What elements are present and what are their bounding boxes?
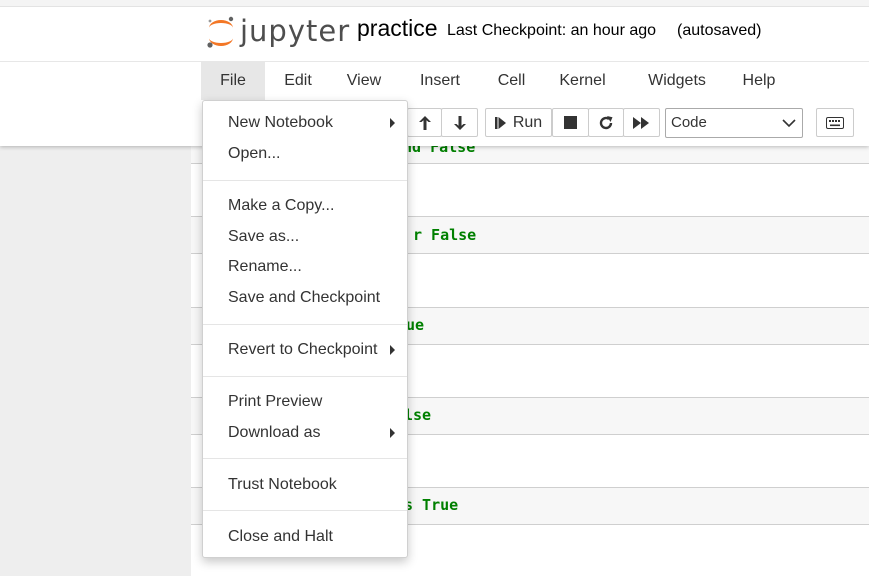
menu-cell[interactable]: Cell: [483, 62, 540, 100]
browser-top-edge: [0, 0, 869, 7]
cell-type-select[interactable]: Code: [665, 108, 803, 138]
move-cell-down-button[interactable]: [441, 108, 478, 137]
menu-item-open[interactable]: Open...: [228, 145, 280, 163]
menu-edit[interactable]: Edit: [265, 62, 331, 100]
menu-divider: [203, 324, 407, 325]
restart-kernel-button[interactable]: [588, 108, 624, 137]
menu-divider: [203, 458, 407, 459]
jupyter-logo[interactable]: jupyter: [205, 14, 349, 50]
menu-item-print-preview[interactable]: Print Preview: [228, 393, 322, 411]
menu-divider: [203, 510, 407, 511]
jupyter-logo-icon: [207, 16, 234, 48]
submenu-arrow-icon: [390, 345, 395, 355]
code-fragment: s True: [404, 496, 459, 514]
keyboard-icon: [826, 116, 844, 129]
autosave-status: (autosaved): [677, 22, 762, 39]
submenu-arrow-icon: [390, 118, 395, 128]
menu-item-trust-notebook[interactable]: Trust Notebook: [228, 476, 337, 494]
menu-widgets[interactable]: Widgets: [625, 62, 729, 100]
menu-item-new-notebook[interactable]: New Notebook: [228, 114, 396, 132]
checkpoint-status: Last Checkpoint: an hour ago: [447, 22, 657, 39]
interrupt-kernel-button[interactable]: [552, 108, 589, 137]
menu-item-label: New Notebook: [228, 114, 333, 131]
notebook-name[interactable]: practice: [357, 15, 438, 42]
chevron-down-icon: [782, 119, 796, 128]
restart-run-all-button[interactable]: [623, 108, 660, 137]
menu-item-save-as[interactable]: Save as...: [228, 228, 299, 246]
arrow-down-icon: [453, 115, 466, 130]
menu-item-save-checkpoint[interactable]: Save and Checkpoint: [228, 289, 380, 307]
menu-help[interactable]: Help: [729, 62, 789, 100]
menu-view[interactable]: View: [331, 62, 397, 100]
command-palette-button[interactable]: [816, 108, 854, 137]
jupyter-logo-text: jupyter: [240, 14, 351, 48]
run-cell-button[interactable]: Run: [485, 108, 552, 137]
move-cell-up-button[interactable]: [407, 108, 442, 137]
menu-kernel[interactable]: Kernel: [540, 62, 625, 100]
menu-item-close-halt[interactable]: Close and Halt: [228, 528, 333, 546]
cell-type-value: Code: [671, 114, 707, 131]
arrow-up-icon: [418, 115, 431, 130]
submenu-arrow-icon: [390, 428, 395, 438]
menu-item-rename[interactable]: Rename...: [228, 258, 302, 276]
step-forward-icon: [494, 116, 506, 129]
fast-forward-icon: [632, 116, 649, 129]
file-dropdown-menu: New Notebook Open... Make a Copy... Save…: [202, 100, 408, 558]
stop-icon: [564, 116, 577, 129]
menu-item-download-as[interactable]: Download as: [228, 424, 321, 442]
menu-divider: [203, 376, 407, 377]
restart-icon: [599, 115, 613, 129]
menu-file[interactable]: File: [201, 62, 265, 100]
notebook-header: jupyter practice Last Checkpoint: an hou…: [0, 0, 869, 146]
code-fragment: r False: [413, 226, 477, 244]
menu-item-make-copy[interactable]: Make a Copy...: [228, 197, 334, 215]
code-fragment: lse: [404, 406, 432, 424]
menu-divider: [203, 180, 407, 181]
run-label: Run: [512, 113, 543, 131]
menu-insert[interactable]: Insert: [397, 62, 483, 100]
menu-item-revert-checkpoint[interactable]: Revert to Checkpoint: [228, 341, 377, 359]
menu-bar: File Edit View Insert Cell Kernel Widget…: [201, 62, 789, 100]
